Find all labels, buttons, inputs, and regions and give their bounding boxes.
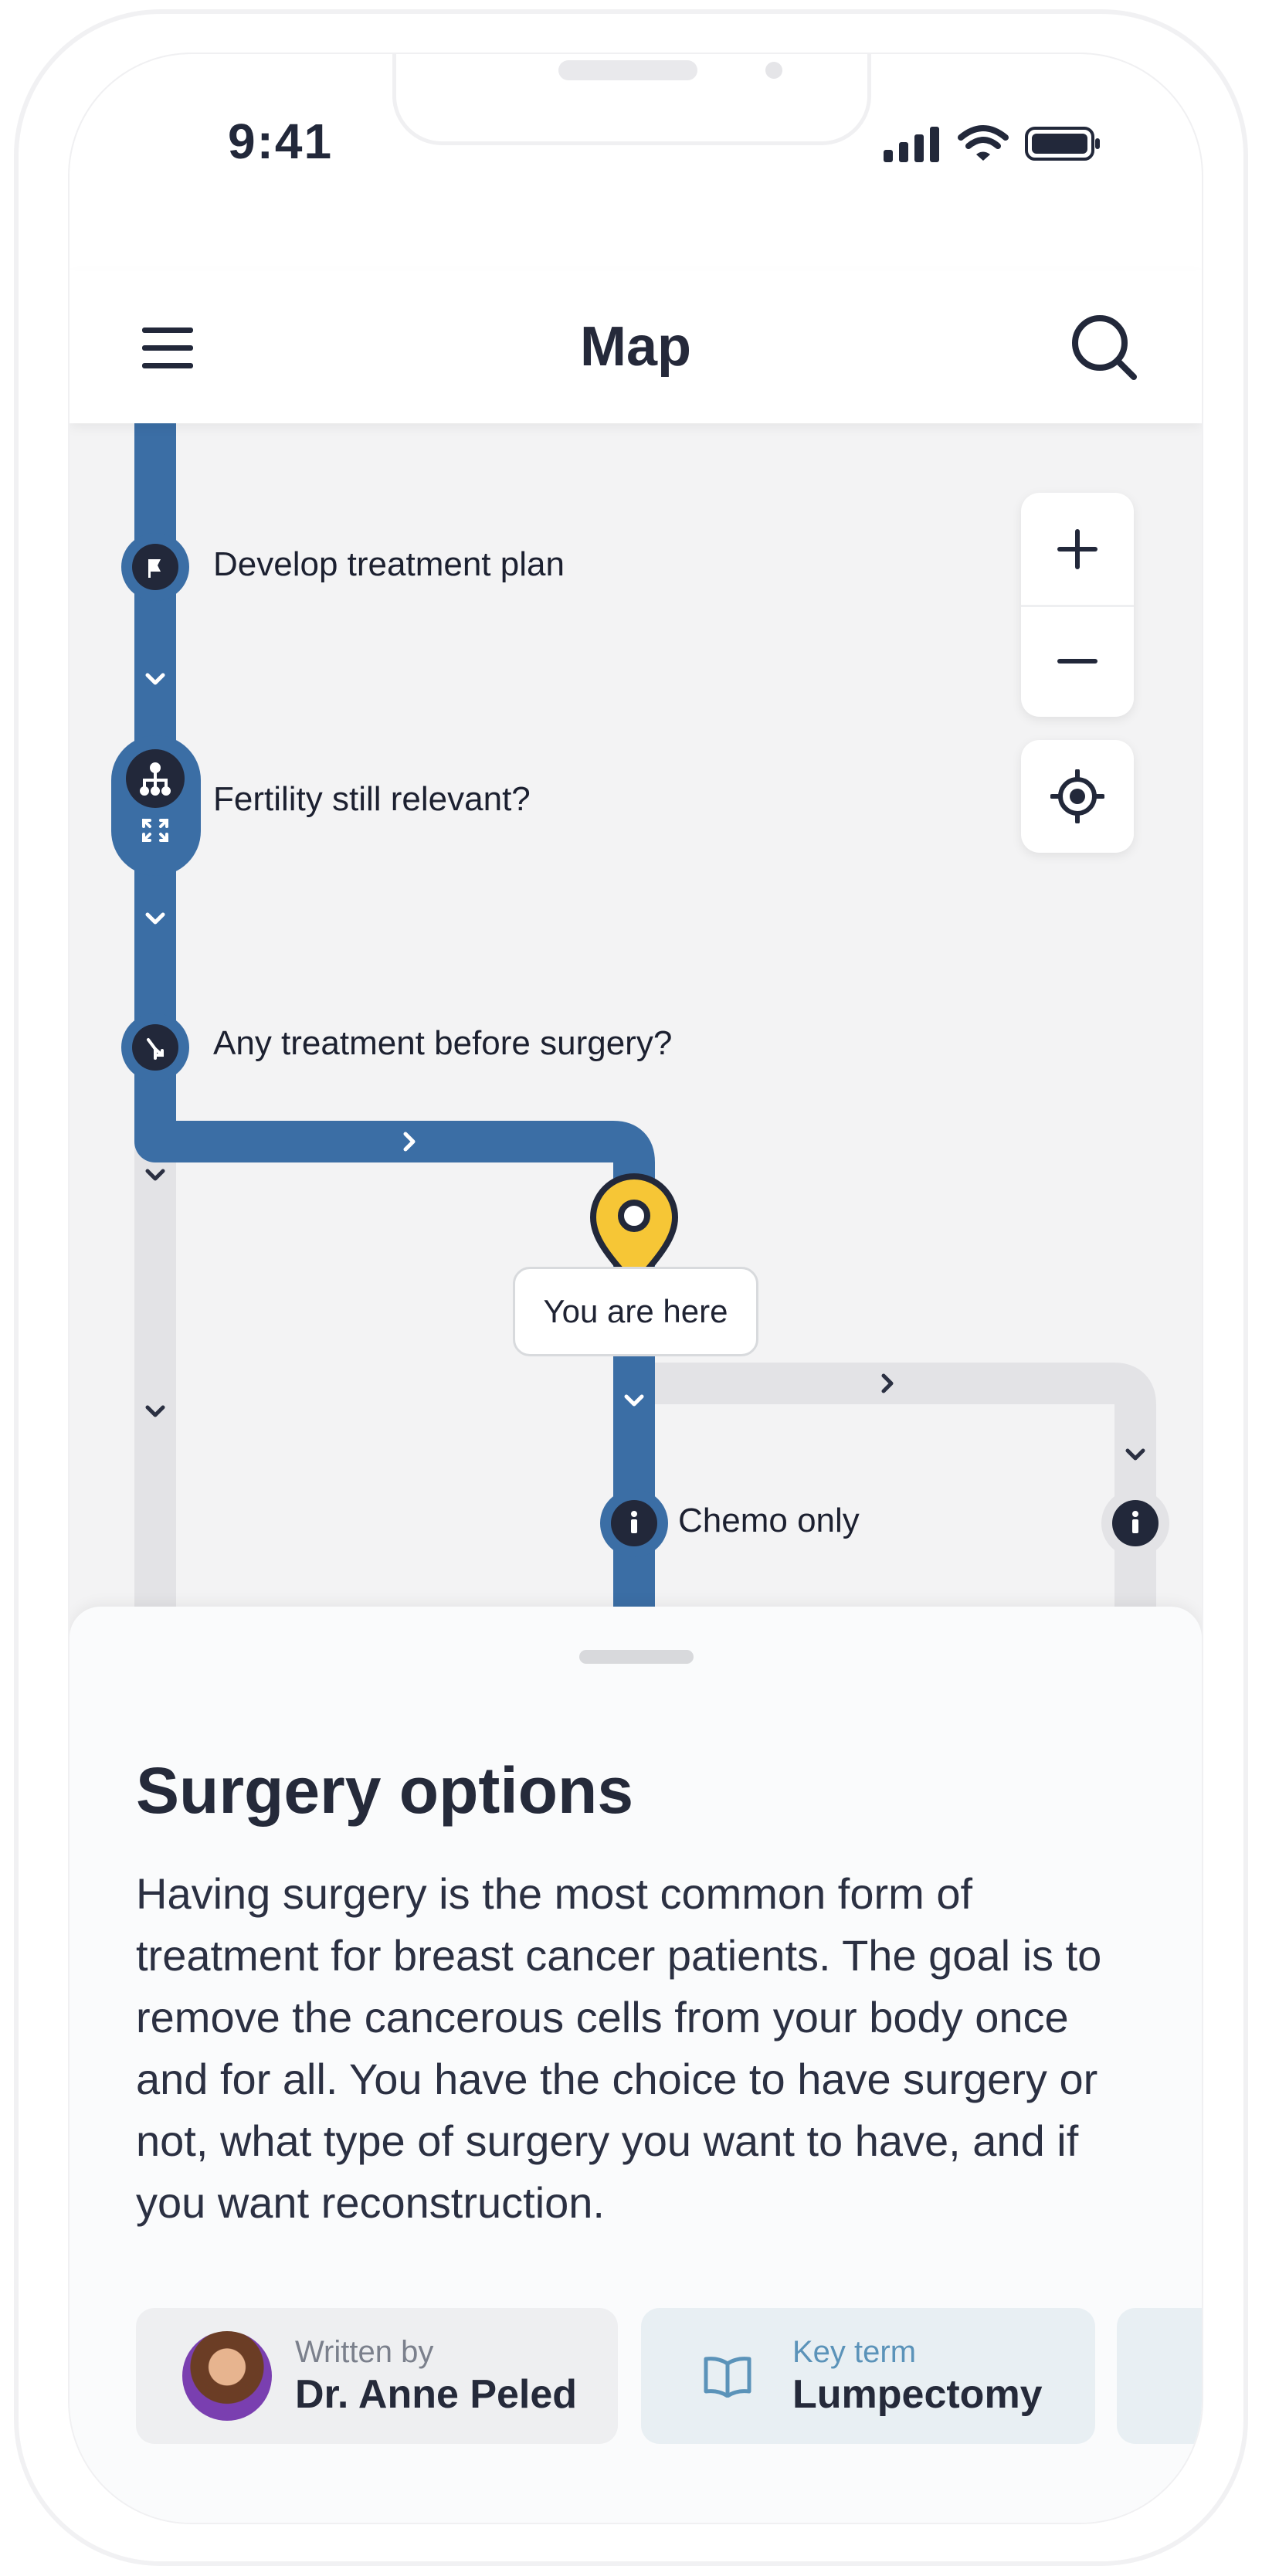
battery-icon: [1025, 127, 1100, 161]
search-button[interactable]: [1066, 309, 1143, 386]
more-card[interactable]: [1117, 2308, 1202, 2444]
node-label-treatment-before-surgery[interactable]: Any treatment before surgery?: [213, 1024, 672, 1063]
node-label-fertility[interactable]: Fertility still relevant?: [213, 780, 531, 819]
info-icon: [1132, 1511, 1138, 1533]
zoom-in-button[interactable]: [1021, 493, 1134, 605]
key-term-card[interactable]: Key term Lumpectomy: [641, 2308, 1095, 2444]
wifi-icon: [958, 125, 1009, 161]
front-camera: [765, 62, 782, 79]
author-name: Dr. Anne Peled: [295, 2371, 578, 2417]
search-icon: [1072, 315, 1137, 380]
treatment-map[interactable]: Develop treatment plan Fertility still r…: [70, 423, 1202, 1668]
device-notch: [392, 54, 871, 145]
cellular-signal-icon: [884, 127, 939, 162]
book-icon: [704, 2357, 751, 2398]
node-label-develop-plan[interactable]: Develop treatment plan: [213, 545, 565, 584]
key-term-label: Key term: [792, 2334, 917, 2369]
minus-icon: [1057, 658, 1097, 664]
sheet-body: Having surgery is the most common form o…: [136, 1869, 1102, 2227]
speaker: [558, 60, 697, 80]
avatar: [182, 2331, 272, 2421]
locate-me-button[interactable]: [1021, 740, 1134, 853]
zoom-out-button[interactable]: [1021, 605, 1134, 717]
plus-icon: [1057, 528, 1097, 569]
page-title: Map: [580, 316, 691, 378]
sheet-grabber[interactable]: [579, 1650, 694, 1664]
info-icon: [631, 1511, 637, 1533]
node-label-chemo-only[interactable]: Chemo only: [678, 1502, 860, 1540]
bottom-sheet: Surgery options Having surgery is the mo…: [70, 1607, 1202, 2523]
you-are-here-label: You are here: [513, 1267, 758, 1356]
phone-screen: 9:41 Map Develop treatment plan Fertilit…: [70, 54, 1202, 2523]
key-term-value: Lumpectomy: [792, 2371, 1043, 2417]
sheet-title: Surgery options: [136, 1754, 634, 1827]
app-header: Map: [70, 270, 1202, 423]
author-label: Written by: [295, 2334, 434, 2369]
status-time: 9:41: [228, 114, 334, 169]
author-card[interactable]: Written by Dr. Anne Peled: [136, 2308, 618, 2444]
document-icon: [1179, 2353, 1202, 2399]
status-icons: [882, 125, 1101, 162]
crosshair-icon: [1050, 769, 1104, 823]
zoom-controls: [1021, 493, 1134, 717]
inactive-path-left: [134, 1134, 176, 1668]
